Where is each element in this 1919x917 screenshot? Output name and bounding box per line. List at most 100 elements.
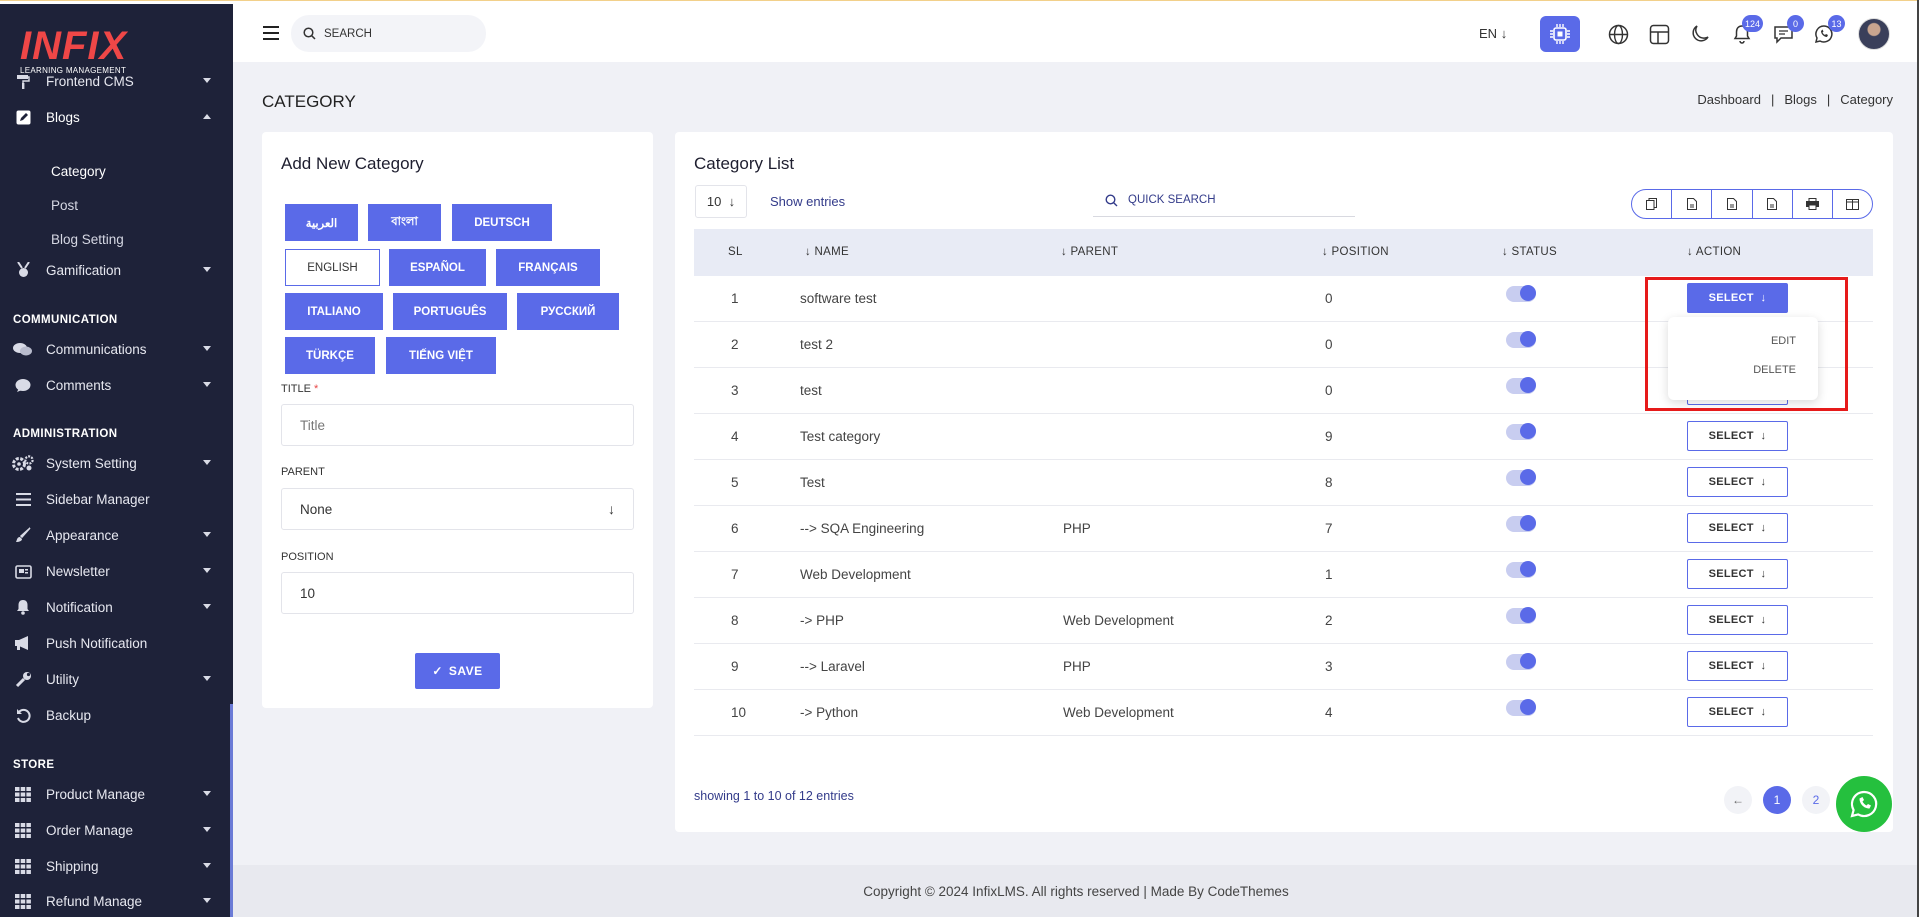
status-toggle[interactable] [1506, 699, 1536, 716]
sidebar-item-sidebar-manager[interactable]: Sidebar Manager [0, 484, 233, 514]
lang-tab-bangla[interactable]: বাংলা [368, 204, 441, 241]
pagination-page-2[interactable]: 2 [1802, 786, 1830, 814]
title-field[interactable] [281, 404, 634, 446]
select-action-button[interactable]: SELECT ↓ [1687, 559, 1788, 589]
export-pdf-button[interactable] [1753, 190, 1793, 218]
sidebar-item-blogs[interactable]: Blogs [0, 102, 233, 132]
lang-tab-italiano[interactable]: ITALIANO [285, 293, 383, 330]
sidebar-item-system-setting[interactable]: System Setting [0, 448, 233, 478]
highlight-box [1645, 277, 1848, 411]
status-toggle[interactable] [1506, 561, 1536, 578]
print-button[interactable] [1793, 190, 1833, 218]
column-visibility-button[interactable] [1833, 190, 1872, 218]
col-parent[interactable]: ↓ PARENT [1061, 246, 1118, 258]
sidebar-item-gamification[interactable]: Gamification [0, 255, 233, 285]
layout-button[interactable] [1646, 21, 1672, 47]
col-position-label: POSITION [1331, 246, 1389, 258]
lang-tab-tieng-viet[interactable]: TIẾNG VIỆT [386, 337, 496, 374]
status-toggle[interactable] [1506, 653, 1536, 670]
lang-tab-espanol[interactable]: ESPAÑOL [389, 249, 486, 286]
sidebar-item-product-manage[interactable]: Product Manage [0, 779, 233, 809]
sidebar-item-frontend-cms[interactable]: Frontend CMS [0, 66, 233, 96]
export-excel-button[interactable] [1712, 190, 1753, 218]
sidebar-item-backup[interactable]: Backup [0, 700, 233, 730]
status-toggle[interactable] [1506, 285, 1536, 302]
lang-tab-russian[interactable]: РУССКИЙ [517, 293, 619, 330]
status-toggle[interactable] [1506, 377, 1536, 394]
status-toggle[interactable] [1506, 607, 1536, 624]
sidebar-item-refund-manage[interactable]: Refund Manage [0, 886, 233, 916]
breadcrumb-dashboard[interactable]: Dashboard [1697, 92, 1761, 107]
sidebar-item-order-manage[interactable]: Order Manage [0, 815, 233, 845]
position-value: 10 [300, 585, 316, 601]
select-action-button[interactable]: SELECT ↓ [1687, 513, 1788, 543]
title-input[interactable] [300, 417, 600, 433]
select-action-button[interactable]: SELECT ↓ [1687, 421, 1788, 451]
search-input[interactable] [324, 27, 464, 40]
breadcrumb-blogs[interactable]: Blogs [1784, 92, 1817, 107]
sidebar-sub-category[interactable]: Category [51, 164, 106, 179]
whatsapp-header-button[interactable]: 13 [1811, 15, 1845, 47]
cpu-button[interactable] [1540, 16, 1580, 52]
lang-tab-deutsch[interactable]: DEUTSCH [452, 204, 552, 241]
sidebar-item-notification[interactable]: Notification [0, 592, 233, 622]
position-field[interactable]: 10 [281, 572, 634, 614]
cell-sl: 3 [731, 383, 739, 398]
col-action[interactable]: ↓ ACTION [1687, 246, 1741, 258]
cell-position: 4 [1325, 705, 1333, 720]
lang-tab-francais[interactable]: FRANÇAIS [496, 249, 600, 286]
copy-button[interactable] [1632, 190, 1673, 218]
sidebar-item-utility[interactable]: Utility [0, 664, 233, 694]
cell-position: 7 [1325, 521, 1333, 536]
paint-roller-icon [12, 73, 34, 89]
pagination-prev[interactable]: ← [1724, 786, 1752, 814]
dark-mode-button[interactable] [1687, 21, 1713, 47]
pagination-page-1[interactable]: 1 [1763, 786, 1791, 814]
grid-icon [12, 858, 34, 874]
sidebar-item-communications[interactable]: Communications [0, 334, 233, 364]
menu-toggle-icon[interactable] [263, 26, 279, 40]
sidebar-item-appearance[interactable]: Appearance [0, 520, 233, 550]
language-selector[interactable]: EN ↓ [1479, 26, 1507, 41]
select-action-button[interactable]: SELECT ↓ [1687, 697, 1788, 727]
col-sl[interactable]: SL [728, 246, 743, 258]
col-status[interactable]: ↓ STATUS [1502, 246, 1557, 258]
notification-button[interactable]: 124 [1729, 15, 1763, 47]
avatar[interactable] [1858, 18, 1890, 50]
search-box[interactable] [291, 15, 486, 52]
sidebar-sub-post[interactable]: Post [51, 198, 78, 213]
sidebar-sub-blog-setting[interactable]: Blog Setting [51, 232, 124, 247]
quick-search-box[interactable] [1093, 184, 1355, 217]
cell-name: --> SQA Engineering [800, 521, 925, 536]
globe-button[interactable] [1605, 21, 1631, 47]
quick-search-input[interactable] [1128, 194, 1328, 206]
entries-per-page-select[interactable]: 10 ↓ [695, 185, 747, 218]
status-toggle[interactable] [1506, 515, 1536, 532]
required-mark: * [314, 383, 319, 395]
lang-tab-english[interactable]: ENGLISH [285, 249, 380, 286]
lang-tab-turkce[interactable]: TÜRKÇE [285, 337, 375, 374]
select-action-button[interactable]: SELECT ↓ [1687, 605, 1788, 635]
whatsapp-float-button[interactable] [1836, 776, 1892, 832]
save-button[interactable]: ✓ SAVE [415, 653, 500, 689]
messages-button[interactable]: 0 [1770, 15, 1804, 47]
status-toggle[interactable] [1506, 423, 1536, 440]
footer-copyright: Copyright © 2024 InfixLMS. All rights re… [863, 883, 1289, 899]
status-toggle[interactable] [1506, 331, 1536, 348]
select-action-button[interactable]: SELECT ↓ [1687, 651, 1788, 681]
col-name[interactable]: ↓ NAME [805, 246, 849, 258]
lang-tab-arabic[interactable]: العربية [285, 204, 358, 241]
status-toggle[interactable] [1506, 469, 1536, 486]
sidebar-item-push-notification[interactable]: Push Notification [0, 628, 233, 658]
cell-name: -> PHP [800, 613, 844, 628]
lang-tab-portugues[interactable]: PORTUGUÊS [393, 293, 507, 330]
sidebar-item-newsletter[interactable]: Newsletter [0, 556, 233, 586]
export-csv-button[interactable] [1672, 190, 1713, 218]
col-position[interactable]: ↓ POSITION [1322, 246, 1389, 258]
sort-arrow-icon: ↓ [1502, 246, 1512, 258]
select-action-button[interactable]: SELECT ↓ [1687, 467, 1788, 497]
sidebar-item-shipping[interactable]: Shipping [0, 851, 233, 881]
parent-select[interactable]: None ↓ [281, 488, 634, 530]
sidebar-item-comments[interactable]: Comments [0, 370, 233, 400]
comment-icon [12, 377, 34, 393]
